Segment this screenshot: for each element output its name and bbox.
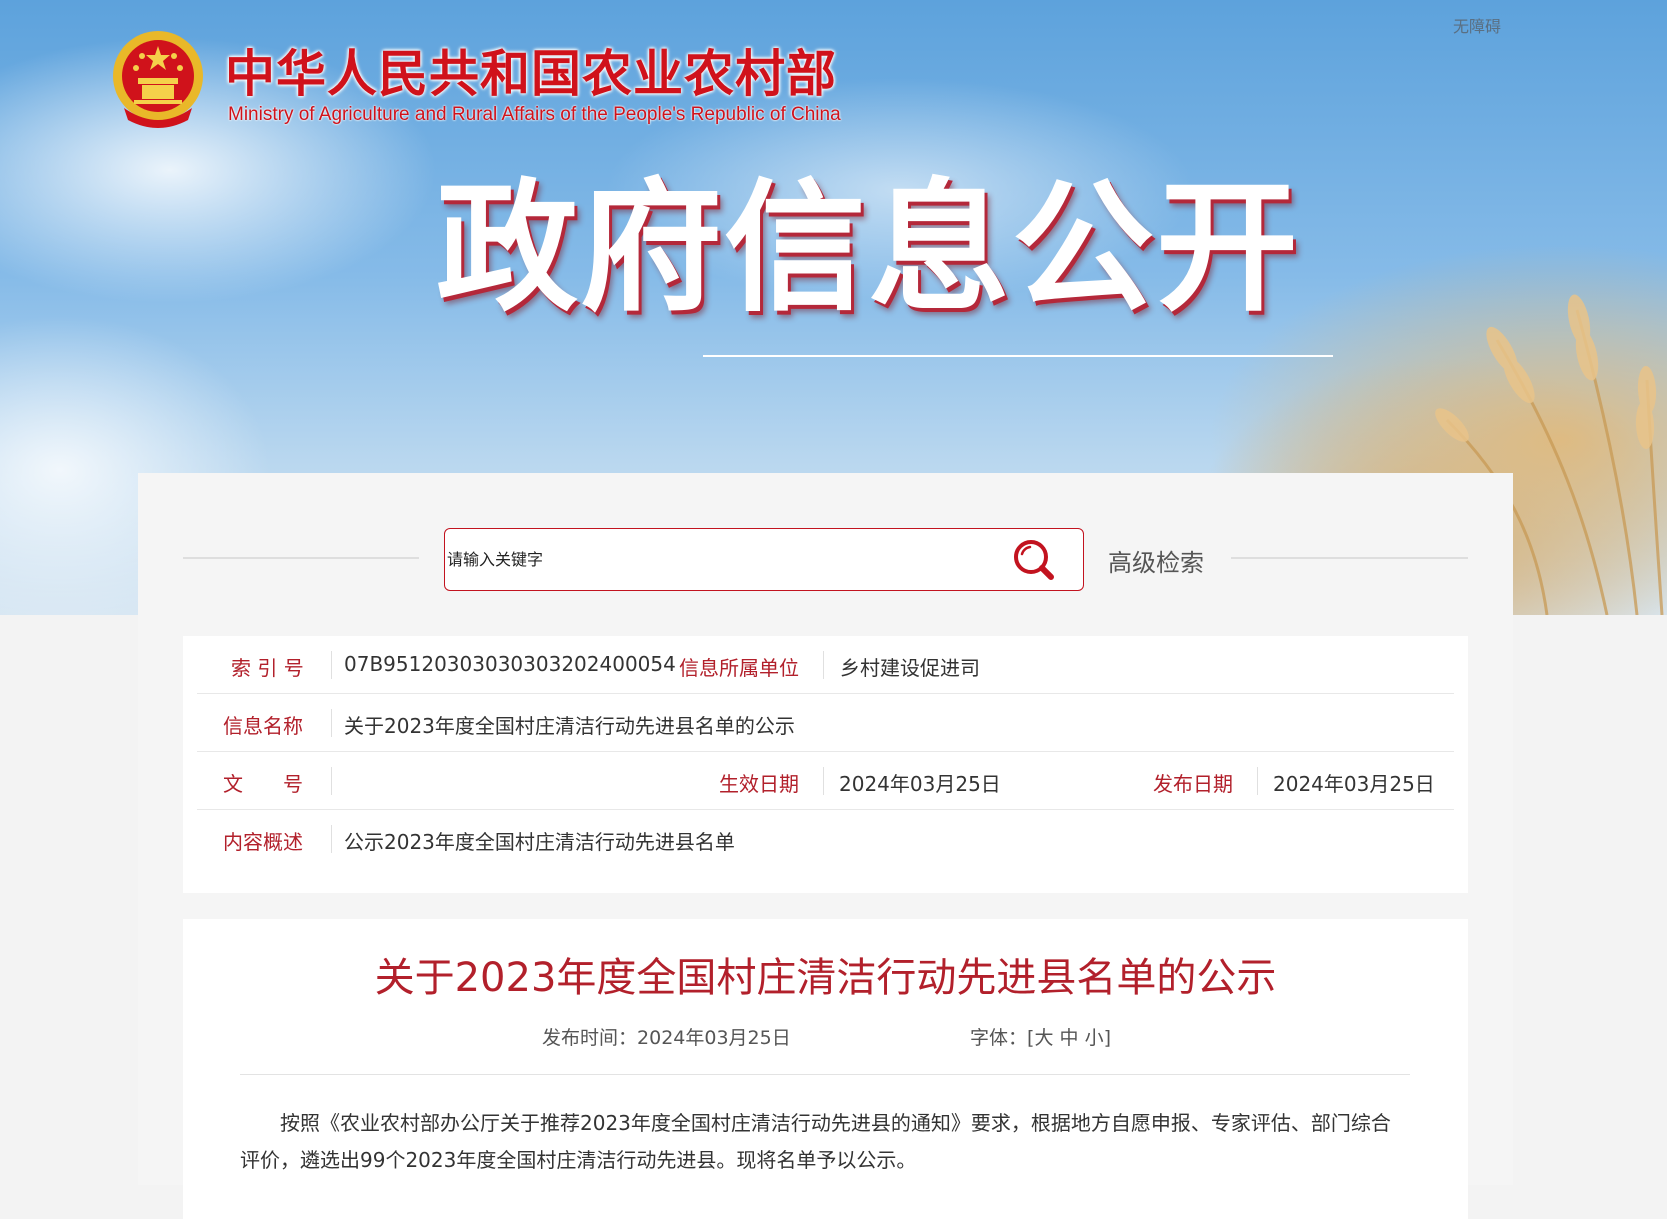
site-title-en[interactable]: Ministry of Agriculture and Rural Affair… [228, 104, 841, 126]
meta-separator [331, 709, 332, 737]
meta-row-name: 信息名称 关于2023年度全国村庄清洁行动先进县名单的公示 [197, 694, 1454, 752]
meta-separator [1257, 767, 1258, 795]
advanced-search-link[interactable]: 高级检索 [1108, 543, 1204, 578]
publish-date-value: 2024年03月25日 [1273, 772, 1435, 796]
search-divider-left [183, 557, 419, 559]
font-small-button[interactable]: 小 [1085, 1027, 1104, 1049]
site-title-cn[interactable]: 中华人民共和国农业农村部 [225, 34, 837, 106]
hero-title: 政府信息公开 [436, 166, 1300, 331]
search-divider-right [1231, 557, 1468, 559]
index-label: 索 引 号 [231, 656, 304, 680]
font-size-label: 字体： [970, 1027, 1028, 1049]
national-emblem-icon [113, 31, 203, 128]
docno-label: 文 号 [223, 772, 303, 796]
search-icon[interactable] [1011, 537, 1059, 585]
search-input[interactable] [445, 529, 1009, 590]
meta-separator [823, 767, 824, 795]
search-box [444, 528, 1084, 591]
font-large-button[interactable]: 大 [1034, 1027, 1053, 1049]
unit-label: 信息所属单位 [679, 656, 799, 680]
meta-separator [331, 825, 332, 853]
name-label: 信息名称 [223, 714, 303, 738]
effective-date-value: 2024年03月25日 [839, 772, 1001, 796]
publish-date-label: 发布日期 [1153, 772, 1233, 796]
meta-separator [823, 651, 824, 679]
name-value: 关于2023年度全国村庄清洁行动先进县名单的公示 [344, 714, 795, 738]
meta-row-index: 索 引 号 07B951203030303032024000​54 信息所属单位… [197, 636, 1454, 694]
effective-date-label: 生效日期 [719, 772, 799, 796]
summary-value: 公示2023年度全国村庄清洁行动先进县名单 [344, 830, 735, 854]
article-divider [240, 1074, 1410, 1075]
article-body: 关于2023年度全国村庄清洁行动先进县名单的公示 发布时间：2024年03月25… [183, 919, 1468, 1219]
info-metadata-table: 索 引 号 07B951203030303032024000​54 信息所属单位… [183, 636, 1468, 893]
unit-value: 乡村建设促进司 [840, 656, 980, 680]
meta-separator [331, 767, 332, 795]
publish-time: 发布时间：2024年03月25日 [542, 1023, 791, 1050]
font-bracket-close: ] [1103, 1027, 1111, 1049]
article-title: 关于2023年度全国村庄清洁行动先进县名单的公示 [374, 955, 1277, 1001]
meta-separator [331, 651, 332, 679]
hero-divider [703, 355, 1333, 357]
content-panel: 高级检索 索 引 号 07B951203030303032024000​54 信… [138, 473, 1513, 1219]
summary-label: 内容概述 [223, 830, 303, 854]
publish-time-value: 2024年03月25日 [637, 1027, 791, 1049]
index-value: 07B951203030303032024000​54 [344, 652, 676, 676]
publish-time-label: 发布时间： [542, 1027, 638, 1049]
accessibility-link[interactable]: 无障碍 [1453, 13, 1501, 37]
font-size-controls: 字体：[大 中 小] [970, 1023, 1111, 1050]
article-paragraph: 按照《农业农村部办公厅关于推荐2023年度全国村庄清洁行动先进县的通知》要求，根… [240, 1111, 1391, 1172]
meta-row-docno: 文 号 生效日期 2024年03月25日 发布日期 2024年03月25日 [197, 752, 1454, 810]
meta-row-summary: 内容概述 公示2023年度全国村庄清洁行动先进县名单 [197, 810, 1454, 868]
font-medium-button[interactable]: 中 [1060, 1027, 1079, 1049]
